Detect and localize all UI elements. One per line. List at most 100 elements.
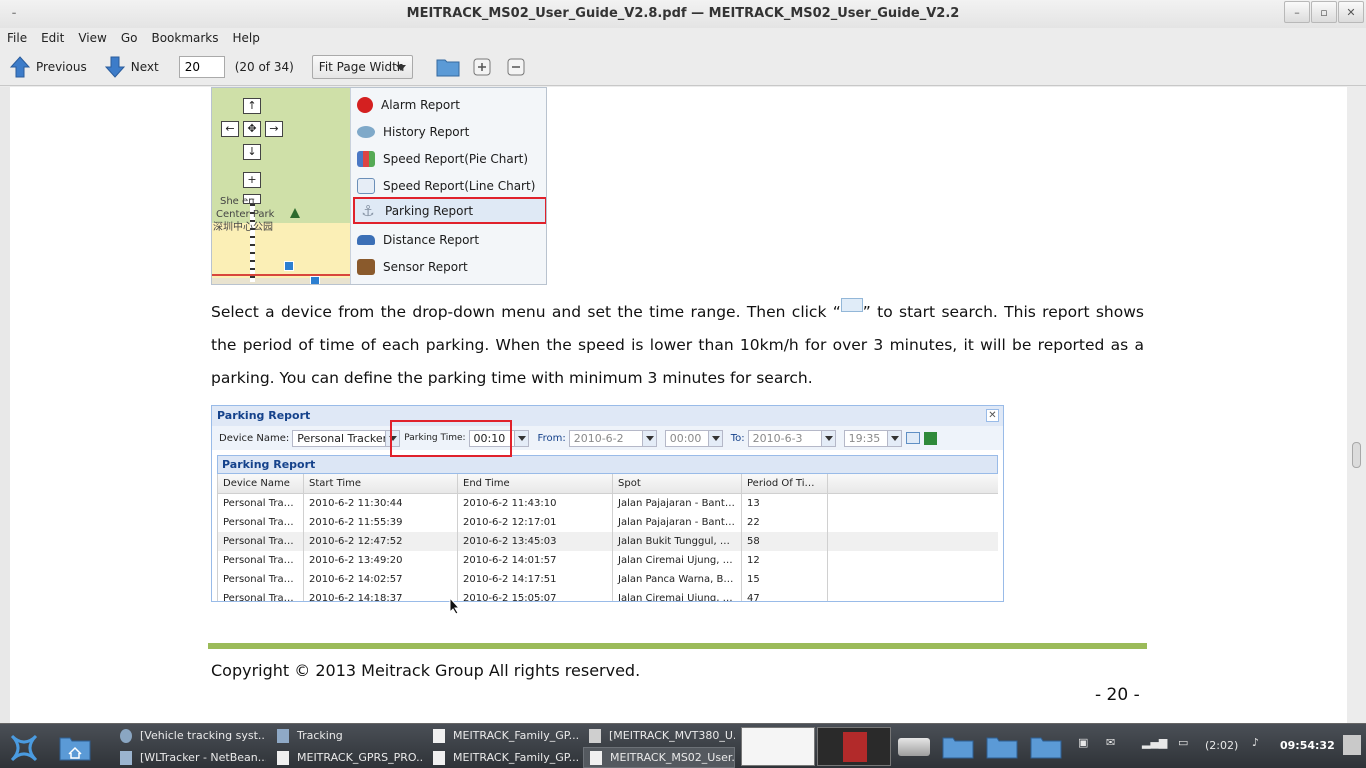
folder-icon [277,728,289,743]
document-icon [433,728,445,743]
menu-item-distance-report: Distance Report [353,226,546,253]
battery-icon[interactable]: ▭ [1178,736,1188,749]
menu-file[interactable]: File [0,31,34,45]
zoom-in-icon [473,58,491,75]
window-controls: – ▫ ✕ [1284,1,1364,23]
document-icon [590,750,602,765]
bus-stop-icon [284,261,294,271]
tree-icon [290,208,300,218]
task-tracking[interactable]: Tracking [271,725,423,746]
report-grid: Device Name Start Time End Time Spot Per… [217,474,998,601]
task-wltracker-netbeans[interactable]: [WLTracker - NetBean... [114,747,266,768]
menu-bar: File Edit View Go Bookmarks Help [0,28,1366,48]
page-count: (20 of 34) [234,59,294,74]
menu-view[interactable]: View [71,31,113,45]
scrollbar-thumb[interactable] [1352,442,1361,468]
calendar-icon [820,430,835,446]
signal-icon[interactable]: ▂▄▆ [1142,736,1167,749]
map-image: ↑ ← ✥ → ↓ + – She en Center Park 深圳中心公园 [212,88,350,284]
menu-edit[interactable]: Edit [34,31,71,45]
user-icon[interactable] [1343,735,1361,755]
task-vehicle-tracking[interactable]: [Vehicle tracking syst... [114,725,266,746]
from-time-field: 00:00 [664,429,723,447]
menu-item-parking-report: ⚓ Parking Report [353,197,546,224]
to-date-field: 2010-6-3 [747,429,836,447]
task-meitrack-ms02[interactable]: MEITRACK_MS02_User... [583,747,735,768]
parking-report-screenshot: Parking Report ✕ Device Name: Personal T… [211,405,1004,602]
pan-left-icon: ← [221,121,239,137]
workspace-thumbnail-2[interactable] [817,727,891,766]
start-menu-icon[interactable] [8,732,40,764]
vertical-scrollbar[interactable] [1347,87,1366,723]
volume-icon[interactable]: ♪ [1252,736,1259,749]
document-icon [433,750,445,765]
mouse-cursor-icon [449,597,461,615]
folder-icon[interactable] [986,735,1018,759]
pan-center-icon: ✥ [243,121,261,137]
pan-right-icon: → [265,121,283,137]
minimize-button[interactable]: – [1284,1,1310,23]
maximize-button[interactable]: ▫ [1311,1,1337,23]
copyright-text: Copyright © 2013 Meitrack Group All righ… [211,661,641,680]
report-filter-bar: Device Name: Personal Tracker Parking Ti… [212,420,1003,457]
home-folder-icon[interactable] [58,732,92,762]
folder-icon[interactable] [1030,735,1062,759]
next-button[interactable]: Next [99,52,165,82]
next-label: Next [130,59,159,74]
menu-item-speed-pie: Speed Report(Pie Chart) [353,145,546,172]
map-label: 深圳中心公园 [213,222,273,233]
arrow-down-icon [104,56,125,78]
book-cover-icon [843,732,867,762]
task-meitrack-family-2[interactable]: MEITRACK_Family_GP... [427,747,579,768]
zoom-in-button[interactable] [469,54,495,80]
calendar-icon [641,430,656,446]
parking-time-highlight [390,420,512,457]
netbeans-icon [120,750,132,765]
menu-screenshot: ↑ ← ✥ → ↓ + – She en Center Park 深圳中心公园 [211,87,547,285]
bus-stop-icon [310,276,320,284]
map-label: Center Park [216,209,275,220]
mail-icon[interactable]: ✉ [1106,736,1115,749]
task-meitrack-family-1[interactable]: MEITRACK_Family_GP... [427,725,579,746]
page-number-input[interactable] [178,55,225,78]
grid-header: Device Name Start Time End Time Spot Per… [218,474,998,494]
app-menu-icon[interactable]: ⁃ [8,8,20,20]
open-folder-button[interactable] [435,54,461,80]
menu-go[interactable]: Go [114,31,145,45]
to-time-field: 19:35 [843,429,902,447]
report-grid-title: Parking Report [217,455,998,474]
folder-icon[interactable] [942,735,974,759]
chevron-down-icon [513,430,528,446]
task-meitrack-mvt380[interactable]: [MEITRACK_MVT380_U... [583,725,735,746]
menu-item-alarm-report: Alarm Report [353,91,546,118]
workspace-thumbnail-1[interactable] [741,727,815,766]
taskbar: [Vehicle tracking syst... Tracking MEITR… [0,723,1366,768]
table-row: Personal Tracker 2010-6-2 14:18:37 2010-… [218,589,998,601]
clock[interactable]: 09:54:32 [1280,739,1335,752]
bar-chart-icon [357,150,375,167]
search-icon [840,298,863,312]
drive-icon[interactable] [898,738,930,756]
previous-label: Previous [36,59,87,74]
history-icon [357,125,375,138]
anchor-icon: ⚓ [361,201,375,220]
zoom-select[interactable]: Fit Page Width [311,54,413,79]
table-row: Personal Tracker 2010-6-2 12:47:52 2010-… [218,532,998,551]
previous-button[interactable]: Previous [4,52,93,82]
close-button[interactable]: ✕ [1338,1,1364,23]
menu-help[interactable]: Help [226,31,267,45]
chevron-down-icon [707,430,722,446]
pdf-page: ↑ ← ✥ → ↓ + – She en Center Park 深圳中心公园 [10,87,1347,723]
menu-bookmarks[interactable]: Bookmarks [144,31,225,45]
battery-time: (2:02) [1205,739,1239,752]
from-date-field: 2010-6-2 [568,429,657,447]
document-viewport[interactable]: ↑ ← ✥ → ↓ + – She en Center Park 深圳中心公园 [0,87,1366,723]
network-icon[interactable]: ▣ [1078,736,1088,749]
toolbar: Previous Next (20 of 34) Fit Page Width [0,48,1366,86]
task-meitrack-gprs[interactable]: MEITRACK_GPRS_PRO... [271,747,423,768]
line-chart-icon [357,177,375,194]
zoom-out-button[interactable] [503,54,529,80]
device-name-field: Personal Tracker [292,429,401,447]
search-icon [905,432,920,444]
document-icon [589,728,601,743]
